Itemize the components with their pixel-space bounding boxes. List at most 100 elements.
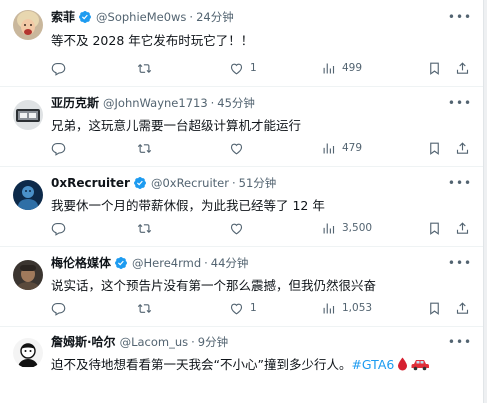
views-button[interactable]: 499	[321, 58, 362, 78]
more-options-icon[interactable]: •••	[448, 254, 471, 272]
tweet-actions: 479	[51, 138, 468, 158]
avatar[interactable]	[13, 338, 43, 368]
retweet-button[interactable]	[137, 298, 158, 318]
more-options-icon[interactable]: •••	[448, 94, 471, 112]
tweet[interactable]: 亚历克斯 @JohnWayne1713 · 45分钟 ••• 兄弟，这玩意儿需要…	[0, 87, 483, 167]
retweet-icon	[137, 303, 152, 313]
hashtag-link[interactable]: #GTA6	[351, 357, 394, 372]
user-handle[interactable]: @0xRecruiter	[151, 174, 229, 192]
share-icon	[456, 301, 468, 314]
blood-drop-emoji	[398, 357, 408, 371]
view-count: 499	[342, 62, 363, 74]
like-button[interactable]: 1	[229, 58, 257, 78]
display-name[interactable]: 梅伦格媒体	[51, 254, 111, 272]
reply-button[interactable]	[51, 58, 72, 78]
tweet[interactable]: 0xRecruiter @0xRecruiter · 51分钟 ••• 我要休一…	[0, 167, 483, 247]
timestamp[interactable]: 9分钟	[198, 333, 228, 351]
like-button[interactable]	[229, 138, 250, 158]
tweet[interactable]: 梅伦格媒体 @Here4rmd · 44分钟 ••• 说实话，这个预告片没有第一…	[0, 247, 483, 327]
avatar[interactable]	[13, 10, 43, 40]
tweet-actions: 3,500	[51, 218, 468, 238]
heart-icon	[230, 223, 243, 234]
share-button[interactable]	[452, 138, 472, 158]
reply-icon	[51, 62, 66, 76]
tweet-feed: 索菲 @SophieMe0ws · 24分钟 ••• 等不及 2028 年它发布…	[0, 0, 483, 403]
separator-dot: ·	[191, 335, 195, 349]
display-name[interactable]: 0xRecruiter	[51, 174, 130, 192]
reply-icon	[51, 142, 66, 156]
verified-badge-icon	[115, 257, 127, 269]
view-count: 3,500	[342, 222, 373, 234]
bookmark-button[interactable]	[424, 58, 444, 78]
bookmark-button[interactable]	[424, 218, 444, 238]
display-name[interactable]: 詹姆斯·哈尔	[51, 333, 116, 351]
user-handle[interactable]: @JohnWayne1713	[103, 94, 208, 112]
bookmark-icon	[429, 222, 439, 235]
tweet-header: 詹姆斯·哈尔 @Lacom_us · 9分钟	[51, 333, 228, 351]
tweet-text: 兄弟，这玩意儿需要一台超级计算机才能运行	[51, 118, 302, 133]
like-count: 1	[250, 302, 257, 314]
bookmark-button[interactable]	[424, 298, 444, 318]
views-button[interactable]: 479	[321, 138, 362, 158]
views-chart-icon	[323, 63, 335, 73]
separator-dot: ·	[231, 176, 236, 190]
share-button[interactable]	[452, 298, 472, 318]
avatar[interactable]	[13, 180, 43, 210]
heart-icon	[230, 63, 243, 74]
user-handle[interactable]: @SophieMe0ws	[96, 8, 186, 26]
views-chart-icon	[323, 143, 335, 153]
share-icon	[456, 61, 468, 74]
timestamp[interactable]: 45分钟	[217, 94, 255, 112]
retweet-button[interactable]	[137, 138, 158, 158]
view-count: 1,053	[342, 302, 373, 314]
retweet-icon	[137, 223, 152, 233]
display-name[interactable]: 亚历克斯	[51, 94, 99, 112]
separator-dot: ·	[210, 96, 215, 110]
retweet-button[interactable]	[137, 58, 158, 78]
tweet-header: 亚历克斯 @JohnWayne1713 · 45分钟	[51, 94, 255, 112]
heart-icon	[230, 303, 243, 314]
tweet-text: 说实话，这个预告片没有第一个那么震撼，但我仍然很兴奋	[51, 278, 377, 293]
retweet-icon	[137, 143, 152, 153]
views-chart-icon	[323, 303, 335, 313]
verified-badge-icon	[79, 11, 91, 23]
share-icon	[456, 141, 468, 154]
like-count: 1	[250, 62, 257, 74]
bookmark-icon	[429, 62, 439, 75]
bookmark-icon	[429, 142, 439, 155]
reply-button[interactable]	[51, 218, 72, 238]
bookmark-button[interactable]	[424, 138, 444, 158]
tweet[interactable]: 索菲 @SophieMe0ws · 24分钟 ••• 等不及 2028 年它发布…	[0, 0, 483, 87]
timestamp[interactable]: 44分钟	[211, 254, 249, 272]
views-chart-icon	[323, 223, 335, 233]
reply-button[interactable]	[51, 138, 72, 158]
tweet[interactable]: 詹姆斯·哈尔 @Lacom_us · 9分钟 ••• 迫不及待地想看看第一天我会…	[0, 327, 483, 403]
separator-dot: ·	[189, 10, 194, 24]
share-button[interactable]	[452, 218, 472, 238]
more-options-icon[interactable]: •••	[448, 174, 471, 192]
share-button[interactable]	[452, 58, 472, 78]
more-options-icon[interactable]: •••	[448, 8, 471, 26]
tweet-text-container: 迫不及待地想看看第一天我会“不小心”撞到多少行人。#GTA6	[51, 356, 471, 374]
user-handle[interactable]: @Here4rmd	[132, 254, 201, 272]
reply-button[interactable]	[51, 298, 72, 318]
tweet-actions: 1 499	[51, 58, 468, 78]
timestamp[interactable]: 51分钟	[239, 174, 277, 192]
timestamp[interactable]: 24分钟	[196, 8, 234, 26]
more-options-icon[interactable]: •••	[448, 333, 471, 351]
user-handle[interactable]: @Lacom_us	[120, 333, 189, 351]
verified-badge-icon	[133, 177, 146, 189]
avatar[interactable]	[13, 260, 43, 290]
avatar[interactable]	[13, 100, 43, 130]
like-button[interactable]: 1	[229, 298, 257, 318]
like-button[interactable]	[229, 218, 250, 238]
tweet-text: 等不及 2028 年它发布时玩它了！！	[51, 33, 254, 48]
views-button[interactable]: 3,500	[321, 218, 372, 238]
scrollbar-track[interactable]	[483, 0, 487, 403]
display-name[interactable]: 索菲	[51, 8, 75, 26]
red-car-emoji	[411, 360, 430, 371]
views-button[interactable]: 1,053	[321, 298, 372, 318]
tweet-header: 索菲 @SophieMe0ws · 24分钟	[51, 8, 234, 26]
retweet-button[interactable]	[137, 218, 158, 238]
tweet-text: 迫不及待地想看看第一天我会“不小心”撞到多少行人。	[51, 357, 352, 372]
